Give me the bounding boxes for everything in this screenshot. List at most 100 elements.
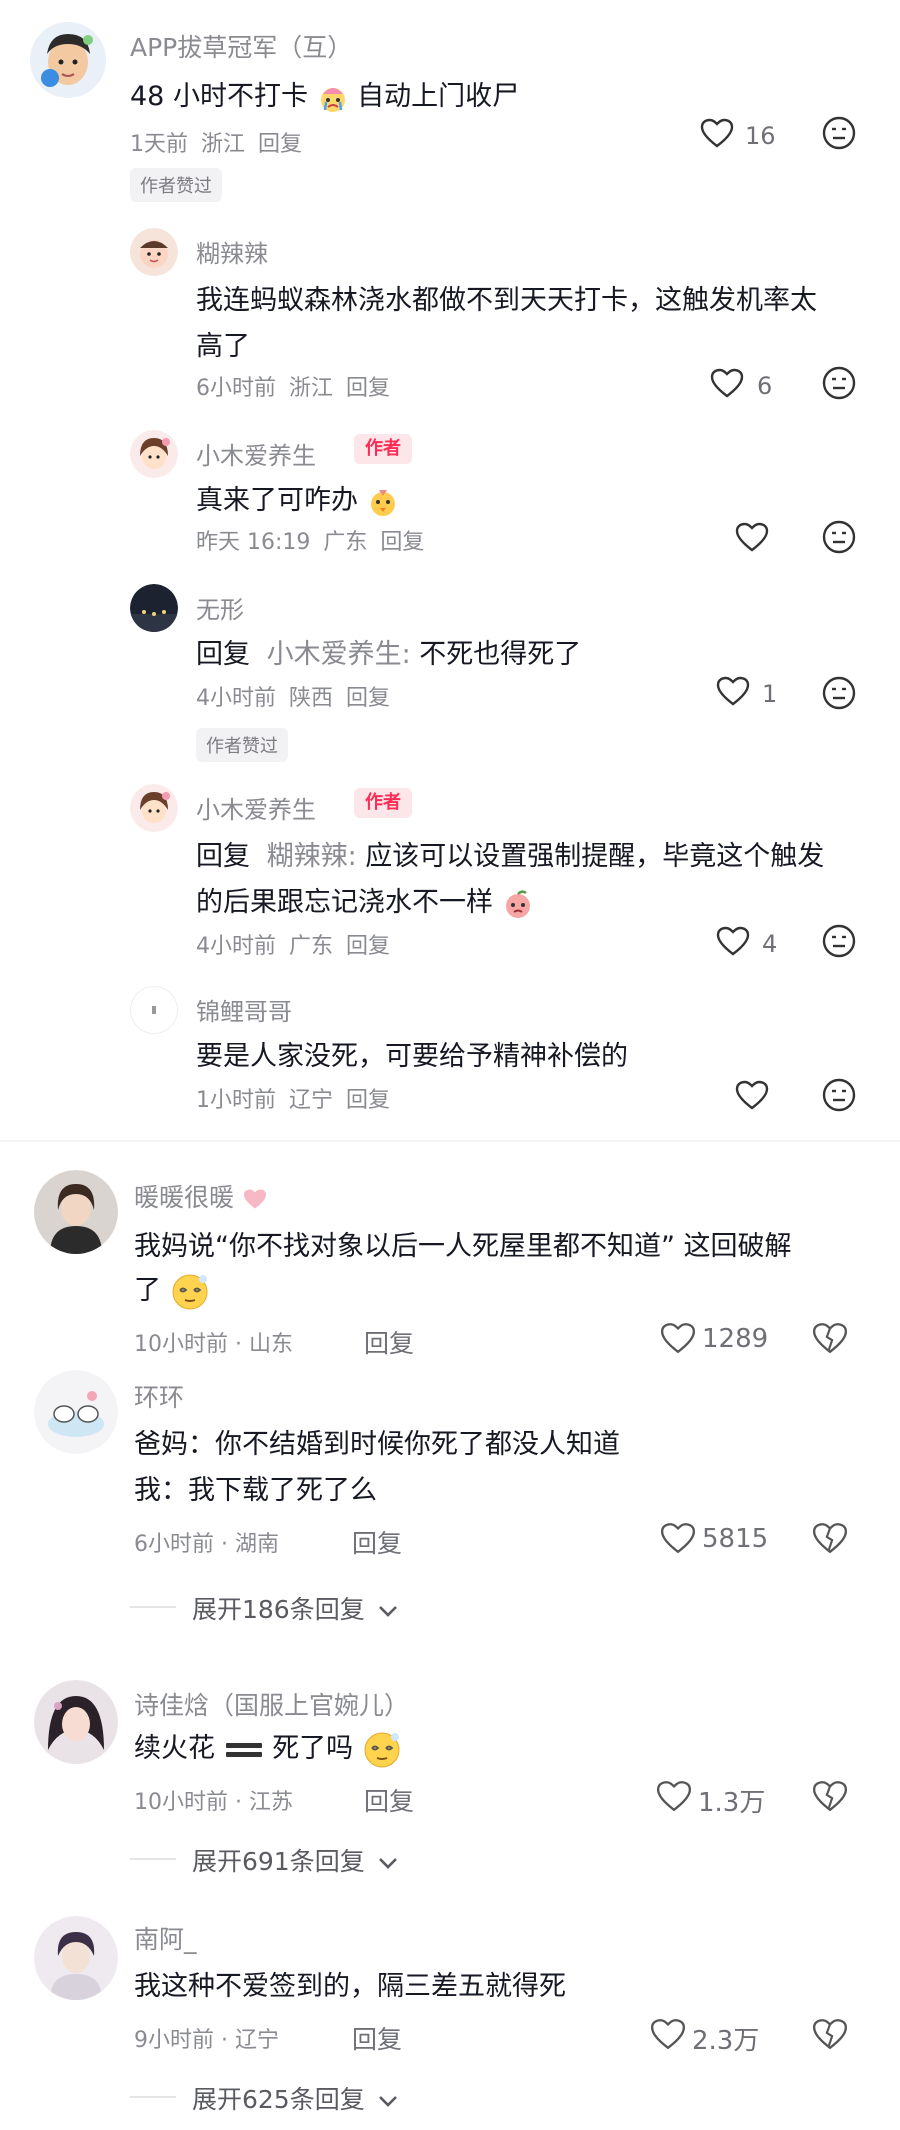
- commenter-name[interactable]: 小木爱养生: [196, 790, 316, 825]
- expand-replies-button[interactable]: 展开691条回复: [192, 1842, 399, 1878]
- expand-replies-label: 展开691条回复: [192, 1847, 365, 1876]
- dislike-button[interactable]: [822, 924, 856, 958]
- reply-button[interactable]: 回复: [346, 1088, 390, 1113]
- reply-button[interactable]: 回复: [364, 1324, 414, 1360]
- avatar[interactable]: [34, 1170, 118, 1254]
- comment-text: 回复 小木爱养生: 不死也得死了: [196, 632, 581, 671]
- commenter-name[interactable]: 锦鲤哥哥: [196, 992, 292, 1027]
- reply-button[interactable]: 回复: [346, 376, 390, 401]
- reply-button[interactable]: 回复: [352, 2020, 402, 2056]
- commenter-name[interactable]: 环环: [134, 1378, 184, 1414]
- like-count: 1: [762, 680, 778, 708]
- equals-emoji-icon: [224, 1735, 264, 1765]
- avatar[interactable]: [34, 1680, 118, 1764]
- comment-meta: 4小时前 陕西 回复: [196, 680, 390, 712]
- commenter-name[interactable]: 诗佳焓（国服上官婉儿）: [134, 1686, 409, 1722]
- like-button[interactable]: [716, 926, 750, 956]
- dislike-button[interactable]: [822, 520, 856, 554]
- comment-time: 6小时前: [196, 376, 276, 401]
- like-button[interactable]: [735, 1080, 769, 1110]
- like-button[interactable]: [710, 368, 744, 398]
- dislike-button[interactable]: [812, 1322, 848, 1354]
- commenter-name[interactable]: 小木爱养生: [196, 436, 316, 471]
- commenter-name[interactable]: 南阿_: [134, 1920, 197, 1956]
- comment-region: 广东: [323, 530, 368, 555]
- chevron-down-icon: [377, 1856, 399, 1870]
- comment-text: 要是人家没死，可要给予精神补偿的: [196, 1041, 628, 1072]
- dislike-button[interactable]: [822, 366, 856, 400]
- commenter-name[interactable]: 糊辣辣: [196, 234, 268, 269]
- dislike-button[interactable]: [822, 116, 856, 150]
- commenter-name[interactable]: APP拔草冠军（互）: [130, 28, 352, 64]
- author-liked-badge: 作者赞过: [130, 168, 222, 202]
- reply-button[interactable]: 回复: [258, 132, 302, 157]
- avatar[interactable]: [30, 22, 106, 98]
- heart-icon: [660, 1323, 696, 1354]
- dislike-button[interactable]: [822, 676, 856, 710]
- dislike-button[interactable]: [812, 1780, 848, 1812]
- heart-badge-icon: [242, 1188, 268, 1210]
- reply-button[interactable]: 回复: [380, 530, 424, 555]
- expand-divider: [130, 2096, 176, 2098]
- avatar[interactable]: [130, 430, 178, 478]
- comment-meta: 6小时前 浙江 回复: [196, 370, 390, 402]
- chevron-down-icon: [377, 1604, 399, 1618]
- expand-replies-button[interactable]: 展开625条回复: [192, 2080, 399, 2116]
- like-button[interactable]: [660, 1522, 696, 1554]
- dislike-button[interactable]: [812, 1522, 848, 1554]
- crying-emoji-icon: [317, 82, 349, 114]
- like-button[interactable]: [660, 1322, 696, 1354]
- avatar[interactable]: [34, 1370, 118, 1454]
- comment-time: 昨天 16:19: [196, 530, 311, 555]
- expand-replies-button[interactable]: 展开186条回复: [192, 1590, 399, 1626]
- heart-icon: [710, 368, 744, 398]
- meh-face-icon: [822, 924, 856, 958]
- broken-heart-icon: [812, 1323, 848, 1354]
- comment-text-part: 应该可以设置强制提醒，毕竟这个触发: [365, 841, 825, 872]
- dislike-button[interactable]: [812, 2018, 848, 2050]
- dislike-button[interactable]: [822, 1078, 856, 1112]
- avatar[interactable]: [130, 584, 178, 632]
- comment-meta: 昨天 16:19 广东 回复: [196, 524, 424, 556]
- comment-time: 1小时前: [196, 1088, 276, 1113]
- section-divider: [0, 1140, 900, 1142]
- comment-text-part: 了: [134, 1275, 161, 1306]
- comment-text-part: 的后果跟忘记浇水不一样: [196, 887, 493, 918]
- comment-text: 48 小时不打卡 自动上门收尸: [130, 74, 519, 114]
- comment-text-part: 续火花: [134, 1733, 215, 1764]
- reply-button[interactable]: 回复: [346, 686, 390, 711]
- author-liked-badge: 作者赞过: [196, 728, 288, 762]
- comment-text: 了: [134, 1268, 210, 1312]
- avatar[interactable]: [130, 784, 178, 832]
- expand-divider: [130, 1858, 176, 1860]
- chick-emoji-icon: [367, 486, 399, 518]
- reply-button[interactable]: 回复: [346, 934, 390, 959]
- comment-text-part: 48 小时不打卡: [130, 81, 308, 112]
- commenter-name[interactable]: 暖暖很暖: [134, 1178, 268, 1214]
- like-button[interactable]: [735, 522, 769, 552]
- comment-time: 4小时前: [196, 934, 276, 959]
- meh-face-icon: [822, 520, 856, 554]
- reply-button[interactable]: 回复: [352, 1524, 402, 1560]
- avatar[interactable]: [130, 228, 178, 276]
- reply-button[interactable]: 回复: [364, 1782, 414, 1818]
- mention-link[interactable]: 糊辣辣:: [267, 841, 357, 872]
- comment-region: 浙江: [201, 132, 246, 157]
- like-button[interactable]: [700, 118, 734, 148]
- comment-region: 浙江: [289, 376, 334, 401]
- reply-prefix: 回复: [196, 841, 250, 872]
- like-button[interactable]: [656, 1780, 692, 1812]
- comment-meta: 10小时前 · 山东: [134, 1332, 293, 1357]
- comment-text-part: 不死也得死了: [419, 639, 582, 670]
- commenter-name[interactable]: 无形: [196, 590, 244, 625]
- like-button[interactable]: [716, 676, 750, 706]
- dazed-face-emoji-icon: [362, 1730, 402, 1770]
- chevron-down-icon: [377, 2094, 399, 2108]
- avatar[interactable]: [130, 986, 178, 1034]
- like-button[interactable]: [650, 2018, 686, 2050]
- broken-heart-icon: [812, 1781, 848, 1812]
- like-count: 5815: [702, 1524, 769, 1554]
- avatar[interactable]: [34, 1916, 118, 2000]
- mention-link[interactable]: 小木爱养生:: [267, 639, 411, 670]
- comment-text: 爸妈：你不结婚到时候你死了都没人知道: [134, 1429, 620, 1460]
